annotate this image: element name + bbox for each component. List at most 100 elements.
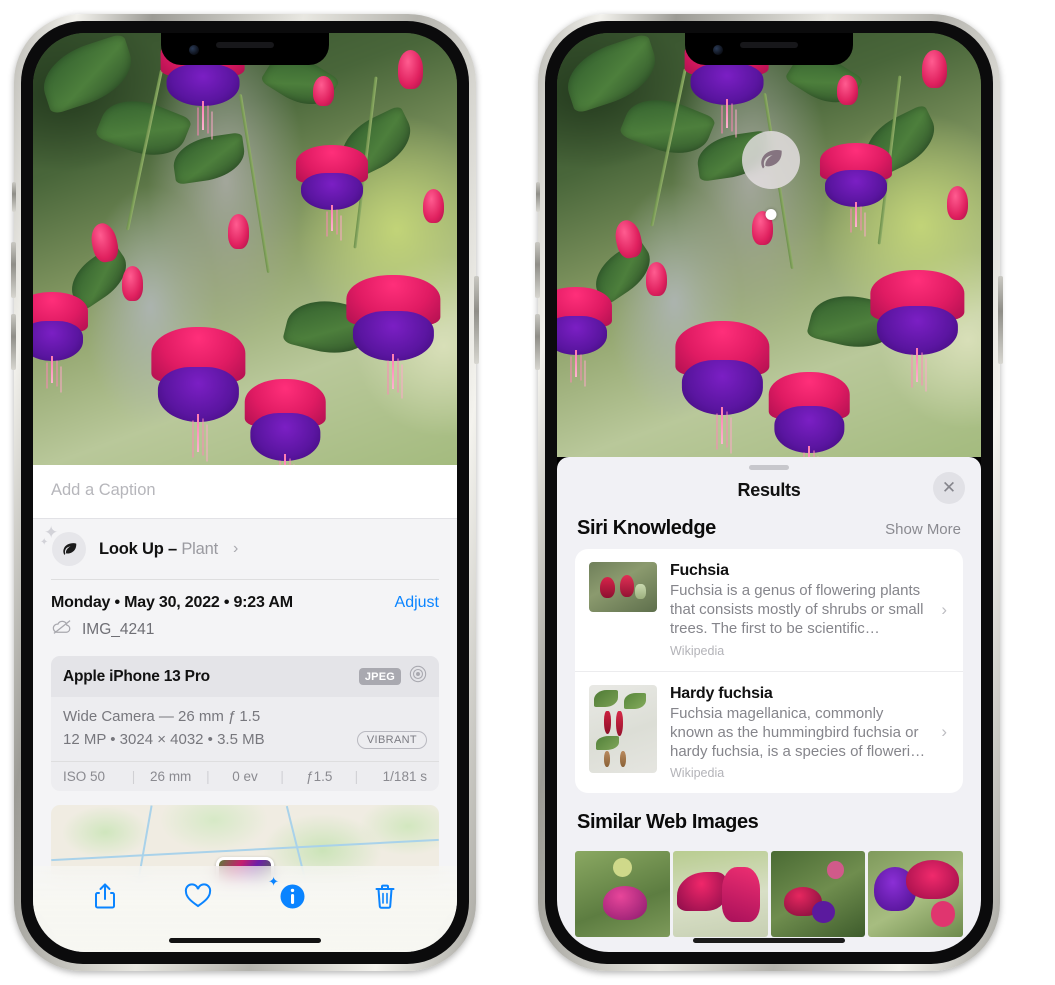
power-button[interactable]: [998, 276, 1003, 364]
leaf-icon: [52, 532, 86, 566]
notch: [161, 33, 329, 65]
exif-body: Wide Camera — 26 mm ƒ 1.5 12 MP • 3024 ×…: [51, 697, 439, 761]
result-description: Fuchsia is a genus of flowering plants t…: [670, 582, 924, 638]
adjust-button[interactable]: Adjust: [395, 594, 439, 612]
show-more-button[interactable]: Show More: [885, 521, 961, 538]
similar-web-images-grid: [557, 851, 981, 938]
exif-ev: 0 ev: [232, 768, 258, 784]
flower-bud: [836, 75, 859, 106]
flower-bud: [921, 49, 948, 89]
phone-screen-right: Results ✕ Siri Knowledge Show More Fuchs…: [557, 33, 981, 952]
caption-input[interactable]: Add a Caption: [33, 465, 457, 519]
mute-switch[interactable]: [536, 182, 540, 212]
photo-viewer[interactable]: [33, 33, 457, 465]
web-image-thumbnail[interactable]: [575, 851, 670, 938]
fuchsia-flower: [768, 372, 850, 457]
look-up-icon-wrap: ✦ ✦: [40, 524, 86, 566]
chevron-right-icon: ›: [941, 722, 947, 742]
section-title: Siri Knowledge: [577, 517, 716, 539]
info-live-text-icon[interactable]: ✦: [268, 875, 306, 910]
exif-settings-row: ISO 50 | 26 mm | 0 ev | ƒ1.5 | 1/181 s: [51, 760, 439, 791]
result-thumbnail: [589, 684, 657, 773]
result-body: Hardy fuchsia Fuchsia magellanica, commo…: [670, 685, 928, 781]
aperture-icon: [409, 665, 427, 688]
flower-bud: [122, 266, 144, 301]
look-up-title: Look Up –: [99, 539, 182, 558]
front-camera-icon: [189, 45, 199, 55]
result-source: Wikipedia: [670, 766, 725, 781]
look-up-row[interactable]: ✦ ✦ Look Up – Plant ›: [33, 519, 457, 579]
speaker-grille: [740, 42, 798, 48]
fuchsia-flower: [675, 321, 769, 445]
sparkle-icon: ✦: [40, 537, 49, 548]
results-header: Results ✕: [557, 470, 981, 517]
visual-lookup-anchor-dot: [765, 208, 777, 220]
close-icon[interactable]: ✕: [933, 472, 965, 504]
siri-knowledge-card: Fuchsia Fuchsia is a genus of flowering …: [575, 549, 963, 794]
result-title: Fuchsia: [670, 562, 729, 579]
list-item[interactable]: Hardy fuchsia Fuchsia magellanica, commo…: [575, 670, 963, 794]
fuchsia-flower: [295, 145, 368, 231]
trash-icon[interactable]: [373, 883, 397, 910]
lens-info: Wide Camera — 26 mm ƒ 1.5: [63, 708, 261, 725]
list-item[interactable]: Fuchsia Fuchsia is a genus of flowering …: [575, 549, 963, 671]
format-badge: JPEG: [358, 668, 401, 685]
cloud-slash-icon: [51, 619, 73, 640]
fuchsia-flower: [244, 378, 326, 465]
phone-right: Results ✕ Siri Knowledge Show More Fuchs…: [535, 14, 1003, 971]
phone-bezel: Add a Caption ✦ ✦ Look Up – Plant › Mond…: [21, 21, 469, 964]
flower-bud: [228, 214, 250, 249]
result-source: Wikipedia: [670, 643, 725, 658]
mute-switch[interactable]: [12, 182, 16, 212]
exif-header: Apple iPhone 13 Pro JPEG: [51, 656, 439, 697]
separator: |: [131, 768, 136, 784]
screenshot-stage: Add a Caption ✦ ✦ Look Up – Plant › Mond…: [0, 0, 1055, 985]
caption-placeholder: Add a Caption: [51, 481, 156, 499]
web-image-thumbnail[interactable]: [770, 851, 866, 938]
notch: [685, 33, 853, 65]
separator: |: [354, 768, 359, 784]
similar-web-images-header: Similar Web Images: [557, 793, 981, 843]
power-button[interactable]: [474, 276, 479, 364]
section-title: Similar Web Images: [577, 811, 759, 834]
web-image-thumbnail[interactable]: [672, 851, 768, 938]
photo-filename: IMG_4241: [82, 620, 155, 638]
fuchsia-flower: [33, 292, 89, 384]
share-icon[interactable]: [93, 882, 117, 910]
speaker-grille: [216, 42, 274, 48]
volume-down-button[interactable]: [11, 314, 16, 370]
camera-device: Apple iPhone 13 Pro: [63, 667, 210, 685]
exif-iso: ISO 50: [63, 768, 106, 784]
exif-shutter: 1/181 s: [382, 768, 427, 784]
flower-bud: [423, 188, 445, 224]
sparkle-icon: ✦: [268, 873, 280, 889]
fuchsia-flower: [557, 287, 613, 377]
vibrant-badge: VIBRANT: [356, 730, 427, 749]
metadata-block: Monday • May 30, 2022 • 9:23 AM Adjust I…: [33, 580, 457, 646]
flower-bud: [646, 261, 668, 296]
file-size-info: 12 MP • 3024 × 4032 • 3.5 MB: [63, 731, 265, 749]
photo-viewer[interactable]: [557, 33, 981, 457]
heart-icon[interactable]: [184, 883, 212, 909]
results-sheet: Results ✕ Siri Knowledge Show More Fuchs…: [557, 457, 981, 952]
fuchsia-flower: [346, 274, 441, 389]
flower-bud: [947, 185, 969, 220]
leaf-icon: [761, 150, 782, 169]
result-description: Fuchsia magellanica, commonly known as t…: [670, 704, 926, 760]
exif-card: Apple iPhone 13 Pro JPEG Wide Camera — 2…: [51, 656, 439, 791]
volume-down-button[interactable]: [535, 314, 540, 370]
results-title: Results: [737, 480, 801, 500]
phone-screen-left: Add a Caption ✦ ✦ Look Up – Plant › Mond…: [33, 33, 457, 952]
web-image-thumbnail[interactable]: [868, 851, 963, 938]
volume-up-button[interactable]: [535, 242, 540, 298]
home-indicator[interactable]: [169, 938, 321, 943]
flower-bud: [397, 50, 424, 90]
result-title: Hardy fuchsia: [670, 684, 773, 702]
visual-lookup-badge[interactable]: [742, 131, 801, 190]
siri-knowledge-header: Siri Knowledge Show More: [557, 517, 981, 549]
phone-left: Add a Caption ✦ ✦ Look Up – Plant › Mond…: [11, 14, 479, 971]
home-indicator[interactable]: [693, 938, 845, 943]
volume-up-button[interactable]: [11, 242, 16, 298]
phone-bezel: Results ✕ Siri Knowledge Show More Fuchs…: [545, 21, 993, 964]
fuchsia-flower: [870, 270, 965, 383]
